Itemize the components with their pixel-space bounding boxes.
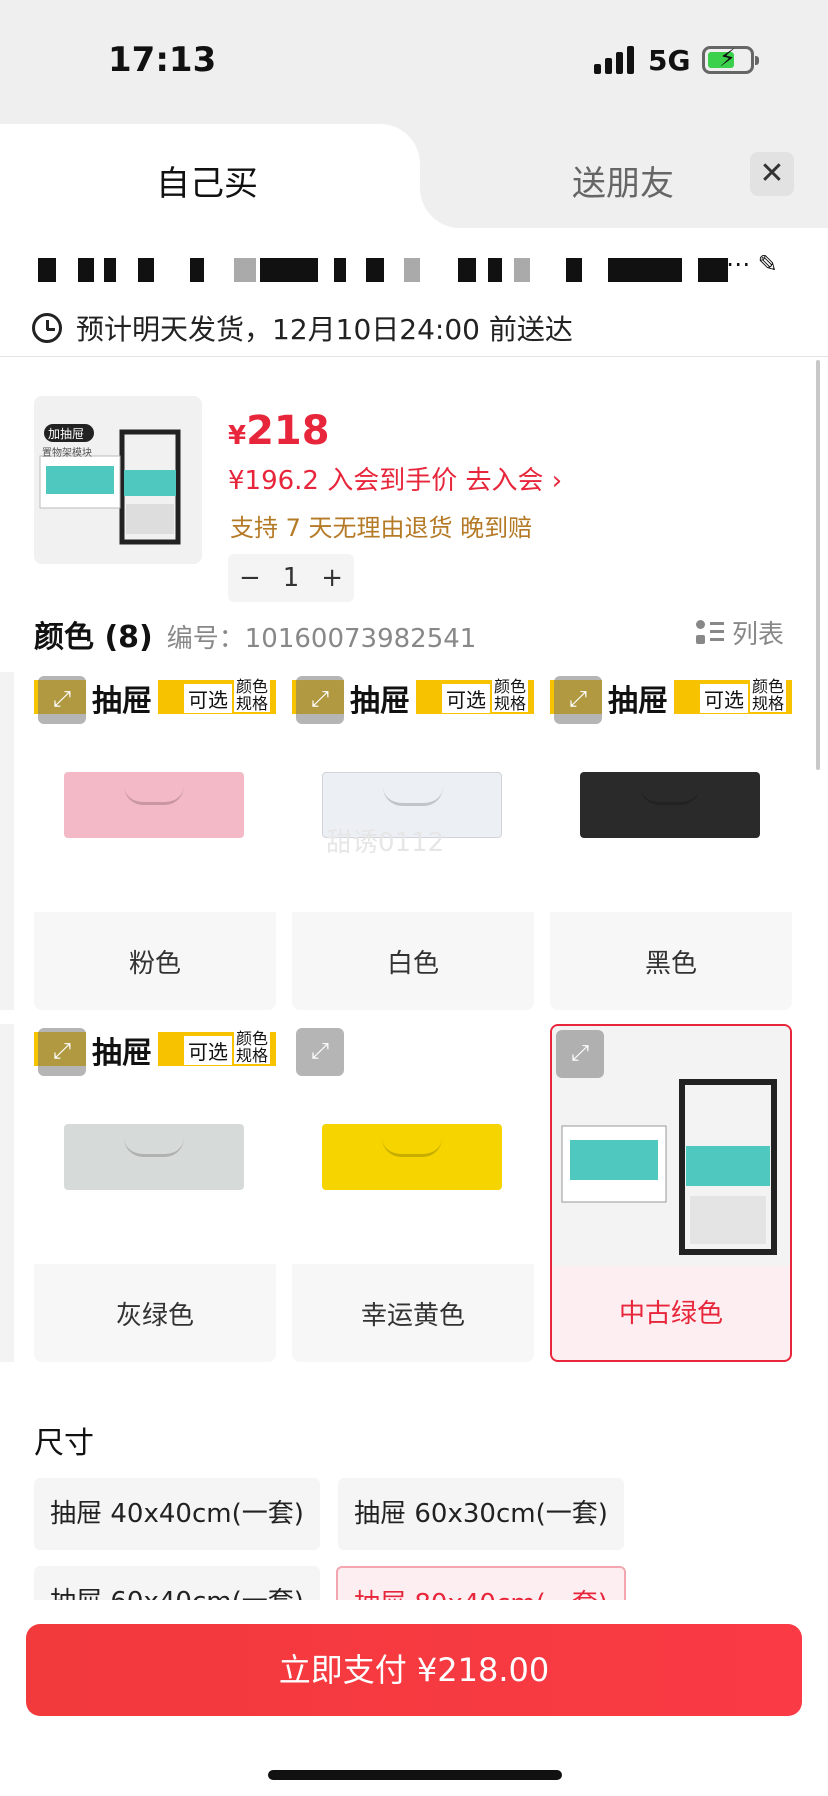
expand-icon[interactable]: ⤢ bbox=[38, 676, 86, 724]
home-indicator bbox=[268, 1770, 562, 1780]
list-view-button[interactable]: 列表 bbox=[696, 614, 784, 651]
list-icon bbox=[696, 619, 724, 646]
product-code: 编号：10160073982541 bbox=[166, 624, 477, 654]
expand-icon[interactable]: ⤢ bbox=[554, 676, 602, 724]
scrollbar[interactable] bbox=[816, 360, 820, 770]
watermark: 甜诱0112 bbox=[326, 828, 445, 858]
tab-buy-self[interactable]: 自己买 bbox=[156, 156, 258, 205]
color-option-black[interactable]: 抽屉 可选 颜色规格 ⤢ 黑色 bbox=[550, 672, 792, 1010]
color-title: 颜色 (8) bbox=[34, 620, 153, 655]
expand-icon[interactable]: ⤢ bbox=[38, 1028, 86, 1076]
plus-button[interactable]: + bbox=[321, 563, 343, 593]
thumbnail-badge: 加抽屉 bbox=[48, 427, 85, 441]
minus-button[interactable]: − bbox=[239, 563, 261, 593]
color-option-yellow[interactable]: ⤢ 幸运黄色 bbox=[292, 1024, 534, 1362]
network-label: 5G bbox=[648, 44, 691, 77]
thumbnail-subtitle: 置物架模块 bbox=[42, 448, 92, 459]
quantity-stepper: − 1 + bbox=[228, 554, 354, 602]
delivery-text: 预计明天发货，12月10日24:00 前送达 bbox=[76, 313, 573, 346]
status-time: 17:13 bbox=[108, 40, 217, 80]
drawer-image bbox=[64, 772, 244, 838]
color-section-header: 颜色 (8) 编号：10160073982541 bbox=[34, 612, 476, 656]
quantity-value: 1 bbox=[282, 563, 300, 593]
size-option[interactable]: 抽屉 40x40cm(一套) bbox=[34, 1478, 320, 1550]
color-option-grey-green[interactable]: 抽屉 可选 颜色规格 ⤢ 灰绿色 bbox=[34, 1024, 276, 1362]
pay-now-button[interactable]: 立即支付 ¥218.00 bbox=[26, 1624, 802, 1716]
address-more-icon[interactable]: ⋯ ✎ bbox=[726, 250, 778, 278]
close-icon[interactable]: ✕ bbox=[750, 152, 794, 196]
signal-icon bbox=[594, 46, 634, 74]
price: ¥218 bbox=[228, 408, 330, 454]
member-price-link[interactable]: ¥196.2 入会到手价 去入会 › bbox=[228, 460, 562, 497]
product-thumbnail[interactable]: 加抽屉 置物架模块 bbox=[34, 396, 202, 564]
delivery-estimate: 预计明天发货，12月10日24:00 前送达 bbox=[32, 308, 573, 348]
status-bar: 17:13 5G ⚡ bbox=[0, 0, 828, 124]
service-guarantee: 支持 7 天无理由退货 晚到赔 bbox=[230, 514, 533, 542]
tab-gift-friend[interactable]: 送朋友 bbox=[572, 156, 674, 205]
color-option-white[interactable]: 抽屉 可选 颜色规格 甜诱0112 ⤢ 白色 bbox=[292, 672, 534, 1010]
address-redacted[interactable] bbox=[38, 252, 778, 286]
battery-icon: ⚡ bbox=[702, 44, 759, 74]
drawer-image bbox=[580, 772, 760, 838]
expand-icon[interactable]: ⤢ bbox=[556, 1030, 604, 1078]
purchase-tabs: 自己买 送朋友 ✕ bbox=[0, 124, 828, 228]
color-option-pink[interactable]: 抽屉 可选 颜色规格 ⤢ 粉色 bbox=[34, 672, 276, 1010]
drawer-image bbox=[64, 1124, 244, 1190]
color-option-vintage-green[interactable]: ⤢ 中古绿色 bbox=[550, 1024, 792, 1362]
expand-icon[interactable]: ⤢ bbox=[296, 1028, 344, 1076]
size-title: 尺寸 bbox=[34, 1426, 94, 1461]
clock-icon bbox=[32, 313, 62, 343]
price-value: 218 bbox=[246, 408, 330, 454]
size-option[interactable]: 抽屉 60x30cm(一套) bbox=[338, 1478, 624, 1550]
expand-icon[interactable]: ⤢ bbox=[296, 676, 344, 724]
drawer-image bbox=[322, 1124, 502, 1190]
